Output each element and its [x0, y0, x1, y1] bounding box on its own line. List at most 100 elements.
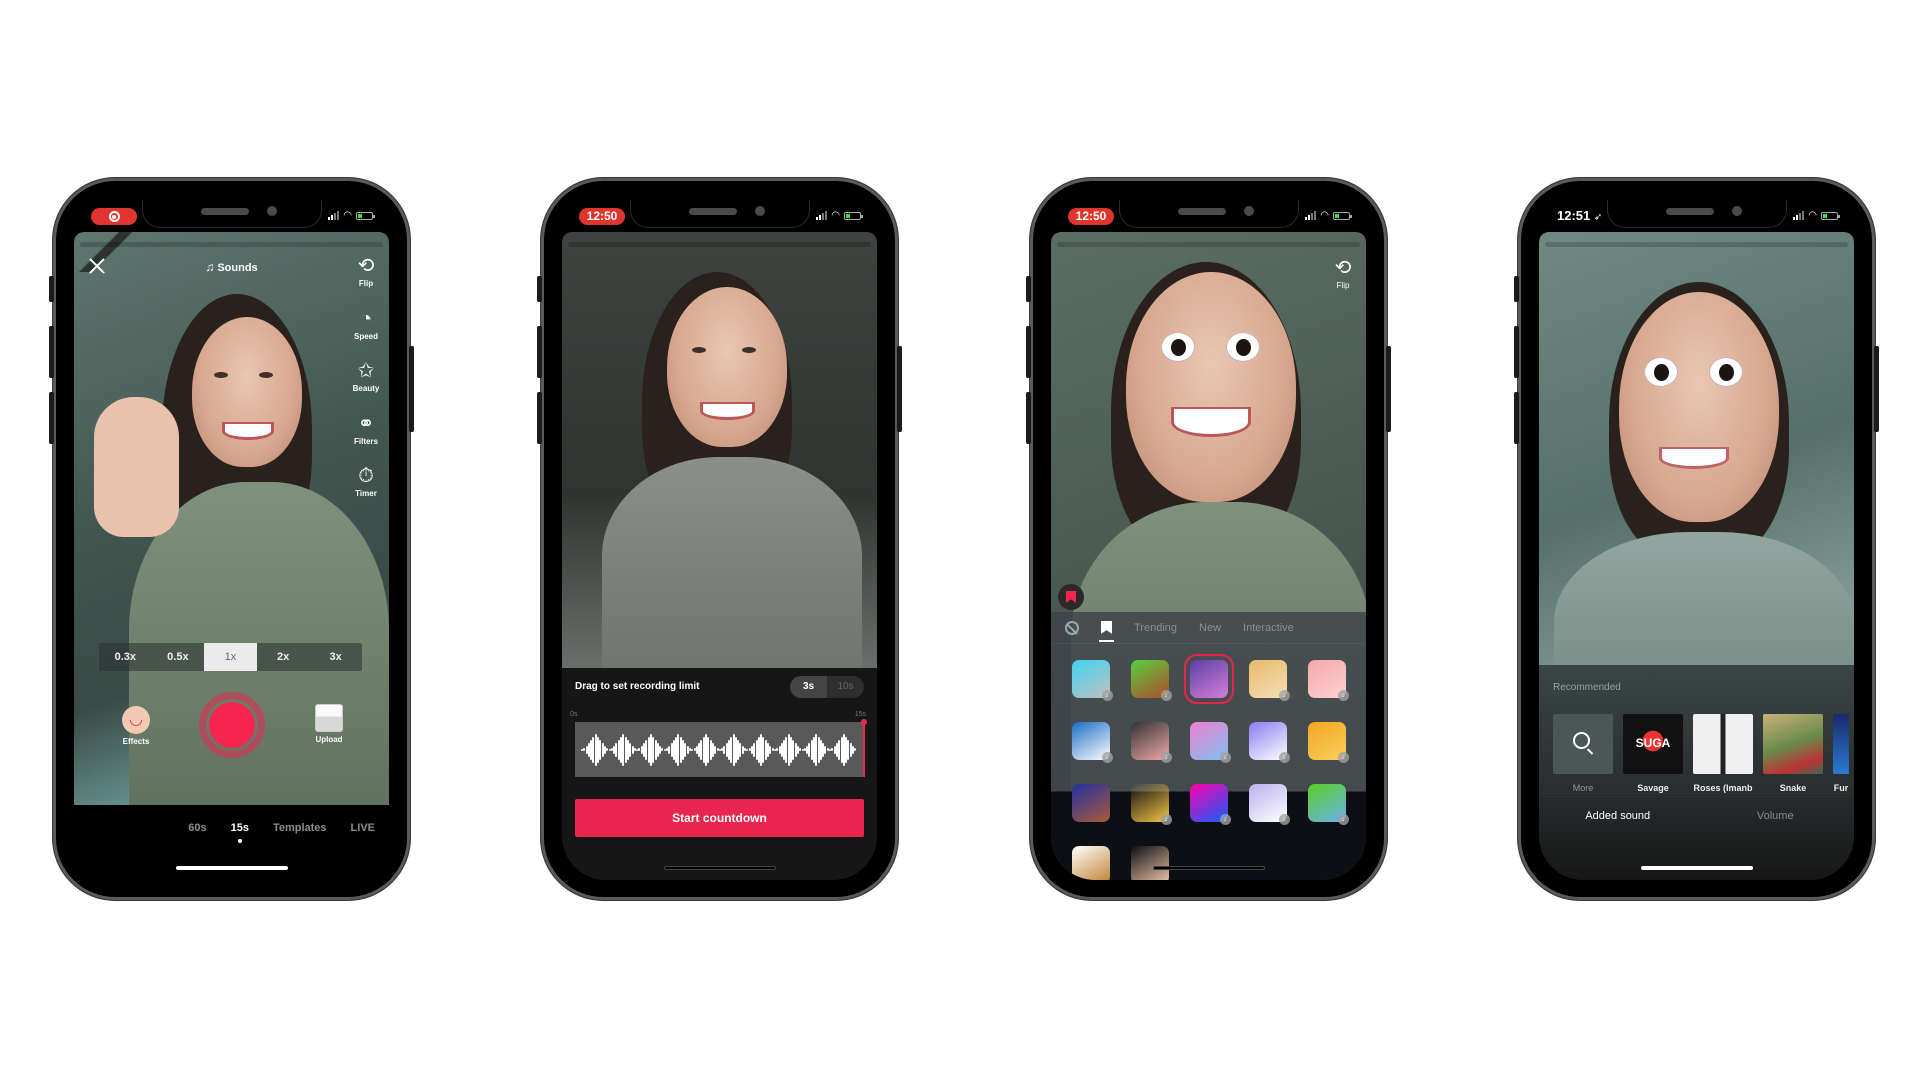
sounds-panel: Recommended More SUGA Savage Roses (Iman…	[1539, 665, 1854, 880]
system-icons: ◠	[328, 211, 375, 221]
screen: ◠ ♫ Sounds ⟲ Flip ◔ Speed ✩ Beauty ⚭ Filters	[74, 200, 389, 880]
album-cover	[1763, 714, 1823, 774]
waveform-bar	[753, 742, 756, 757]
screen: 12:50 ◠ ⟲Flip Trending New Interactive	[1051, 200, 1366, 880]
timer-sheet: Drag to set recording limit 3s 10s 0s 15…	[562, 668, 877, 880]
mode-tab[interactable]: LIVE	[351, 822, 375, 834]
speed-option[interactable]: 3x	[309, 643, 362, 671]
mute-switch	[49, 276, 54, 302]
countdown-option[interactable]: 10s	[827, 676, 864, 698]
effect-baby-face[interactable]	[1130, 846, 1169, 880]
mode-tab[interactable]: 60s	[188, 822, 206, 834]
record-button[interactable]	[199, 692, 265, 758]
location-arrow-icon: ➶	[1593, 212, 1603, 223]
tab-interactive[interactable]: Interactive	[1243, 622, 1294, 634]
power-button	[409, 346, 414, 432]
effect-cloud-clones[interactable]: ↓	[1248, 784, 1290, 825]
upload-button[interactable]: Upload	[299, 704, 359, 744]
start-countdown-button[interactable]: Start countdown	[575, 799, 864, 837]
recording-limit-waveform[interactable]	[575, 719, 867, 777]
effects-tabs: Trending New Interactive	[1051, 612, 1366, 644]
speed-option[interactable]: 0.3x	[99, 643, 152, 671]
flip-button[interactable]: ⟲ Flip	[348, 254, 384, 307]
battery-icon	[1821, 212, 1840, 220]
countdown-option-selected[interactable]: 3s	[790, 676, 827, 698]
effect-face-quiz[interactable]: ↓	[1130, 722, 1172, 763]
effect-markers[interactable]: ↓	[1071, 722, 1113, 763]
effect-orange-hook[interactable]: ↓	[1307, 722, 1349, 763]
download-icon: ↓	[1337, 752, 1349, 763]
sound-item[interactable]: Roses (Imanb	[1693, 714, 1753, 793]
effect-green-screen-image[interactable]: ↓	[1307, 784, 1349, 825]
wifi-icon: ◠	[1808, 210, 1817, 221]
album-cover	[1833, 714, 1849, 774]
speed-option-selected[interactable]: 1x	[204, 643, 257, 671]
screen: 12:50 ◠ Drag to set recording limit 3s 1…	[562, 200, 877, 880]
waveform-bar	[838, 739, 841, 760]
effect-googly-eyes[interactable]	[1183, 654, 1234, 704]
sounds-button[interactable]: ♫ Sounds	[74, 260, 389, 274]
status-time: 12:50	[1068, 208, 1114, 225]
sound-item[interactable]: Fur	[1833, 714, 1849, 793]
timer-button[interactable]: ⏱ Timer	[348, 464, 384, 517]
speed-option[interactable]: 0.5x	[152, 643, 205, 671]
effect-rainbow-mask[interactable]: ↓	[1071, 660, 1113, 701]
waveform-bar	[606, 748, 609, 751]
effect-golden-egg[interactable]: ↓	[1248, 660, 1290, 701]
speed-icon: ◔	[359, 307, 373, 330]
limit-handle[interactable]	[861, 719, 867, 777]
download-icon: ↓	[1278, 814, 1290, 825]
saved-effects-badge[interactable]	[1058, 584, 1084, 610]
download-icon: ↓	[1219, 814, 1231, 825]
sound-item[interactable]: SUGA Savage	[1623, 714, 1683, 793]
timer-icon: ⏱	[358, 465, 374, 487]
waveform-bar	[730, 736, 733, 763]
sound-item[interactable]: Snake	[1763, 714, 1823, 793]
sound-panel-tabs: Added sound Volume	[1539, 793, 1854, 837]
download-icon: ↓	[1101, 752, 1113, 763]
wifi-icon: ◠	[831, 210, 840, 221]
effect-anime-face[interactable]: ↓	[1307, 660, 1349, 701]
more-sounds-button[interactable]: More	[1553, 714, 1613, 793]
home-indicator[interactable]	[175, 866, 288, 870]
tab-trending[interactable]: Trending	[1134, 622, 1177, 634]
download-icon: ↓	[1337, 814, 1349, 825]
tab-saved[interactable]	[1099, 621, 1114, 642]
mode-tab-selected[interactable]: 15s	[231, 822, 249, 843]
camera-preview[interactable]	[562, 232, 877, 668]
tab-added-sound[interactable]: Added sound	[1539, 794, 1697, 837]
filters-button[interactable]: ⚭ Filters	[348, 412, 384, 465]
album-cover	[1693, 714, 1753, 774]
signal-icon	[328, 211, 340, 220]
home-indicator[interactable]	[1640, 866, 1753, 870]
mode-tab[interactable]: Templates	[273, 822, 327, 834]
flip-camera-icon: ⟲	[357, 255, 375, 277]
waveform-bar	[776, 748, 779, 751]
notch	[1118, 200, 1299, 228]
effect-neon-gradient[interactable]: ↓	[1189, 784, 1231, 825]
effect-puppy[interactable]: ↓	[1130, 784, 1172, 825]
effects-button[interactable]: ◡ Effects	[106, 706, 166, 746]
flip-button[interactable]: ⟲ Flip	[1325, 256, 1361, 309]
notch	[629, 200, 810, 228]
effect-brick-wall-face[interactable]: ↓	[1130, 660, 1172, 701]
home-indicator[interactable]	[663, 866, 776, 870]
upload-thumbnail	[315, 704, 343, 732]
beauty-button[interactable]: ✩ Beauty	[348, 359, 384, 412]
effect-bread[interactable]	[1071, 846, 1110, 880]
tab-volume[interactable]: Volume	[1697, 794, 1855, 837]
range-end-label: 15s	[854, 711, 866, 718]
camera-preview[interactable]	[1539, 232, 1854, 665]
waveform-bar	[668, 745, 671, 754]
effect-purple-blob[interactable]: ↓	[1248, 722, 1290, 763]
home-indicator[interactable]	[1152, 866, 1265, 870]
speed-option[interactable]: 2x	[257, 643, 310, 671]
no-effect-icon[interactable]	[1065, 620, 1079, 635]
bookmark-icon	[1101, 621, 1112, 634]
tab-new[interactable]: New	[1199, 622, 1221, 634]
screen: 12:51 ➶ ◠ Recommended More SUGA Savage R…	[1539, 200, 1854, 880]
effect-raised-hands[interactable]: ↓	[1189, 722, 1231, 763]
effect-big-mouth[interactable]	[1071, 784, 1110, 822]
camera-preview[interactable]: ♫ Sounds ⟲ Flip ◔ Speed ✩ Beauty ⚭ Filters ⏱ T…	[74, 232, 389, 805]
speed-button[interactable]: ◔ Speed	[348, 307, 384, 360]
